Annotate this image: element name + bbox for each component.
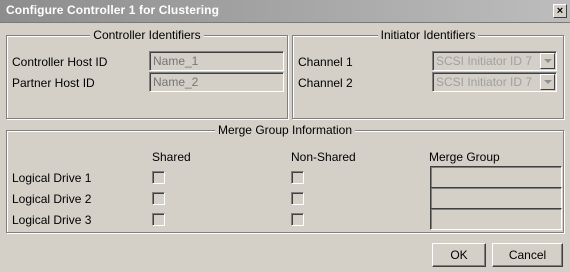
logical-drive-label: Logical Drive 1 [12, 171, 92, 185]
initiator-identifiers-group: Initiator Identifiers Channel 1 SCSI Ini… [292, 28, 564, 119]
non-shared-checkbox[interactable] [291, 213, 304, 226]
merge-group-column-header: Merge Group [429, 150, 500, 164]
partner-host-id-label: Partner Host ID [12, 76, 95, 90]
channel-1-select[interactable]: SCSI Initiator ID 7 [432, 51, 557, 71]
controller-identifiers-title: Controller Identifiers [90, 28, 204, 42]
merge-group-title: Merge Group Information [214, 123, 356, 137]
cancel-button[interactable]: Cancel [492, 243, 563, 267]
logical-drive-label: Logical Drive 3 [12, 213, 92, 227]
channel-2-value: SCSI Initiator ID 7 [436, 75, 533, 89]
close-icon[interactable]: × [553, 4, 567, 18]
non-shared-column-header: Non-Shared [291, 150, 356, 164]
merge-group-field[interactable] [430, 208, 562, 230]
initiator-identifiers-title: Initiator Identifiers [377, 28, 479, 42]
merge-group-field[interactable] [430, 187, 562, 209]
shared-checkbox[interactable] [152, 192, 165, 205]
non-shared-checkbox[interactable] [291, 192, 304, 205]
merge-group-information-group: Merge Group Information Shared Non-Share… [6, 123, 564, 233]
non-shared-checkbox[interactable] [291, 171, 304, 184]
logical-drive-label: Logical Drive 2 [12, 192, 92, 206]
controller-identifiers-group: Controller Identifiers Controller Host I… [6, 28, 288, 119]
controller-host-id-label: Controller Host ID [12, 55, 108, 69]
controller-host-id-input[interactable] [149, 51, 284, 71]
merge-group-field[interactable] [430, 166, 562, 188]
partner-host-id-input[interactable] [149, 72, 284, 92]
shared-checkbox[interactable] [152, 171, 165, 184]
window-title: Configure Controller 1 for Clustering [6, 3, 220, 17]
channel-2-label: Channel 2 [298, 76, 353, 90]
ok-button[interactable]: OK [432, 243, 486, 267]
shared-checkbox[interactable] [152, 213, 165, 226]
configure-cluster-dialog: Configure Controller 1 for Clustering × … [0, 0, 570, 272]
channel-1-label: Channel 1 [298, 55, 353, 69]
channel-1-value: SCSI Initiator ID 7 [436, 54, 533, 68]
channel-2-select[interactable]: SCSI Initiator ID 7 [432, 72, 557, 92]
shared-column-header: Shared [152, 150, 191, 164]
title-bar[interactable]: Configure Controller 1 for Clustering × [0, 0, 570, 23]
chevron-down-icon[interactable] [540, 53, 555, 69]
chevron-down-icon[interactable] [540, 74, 555, 90]
